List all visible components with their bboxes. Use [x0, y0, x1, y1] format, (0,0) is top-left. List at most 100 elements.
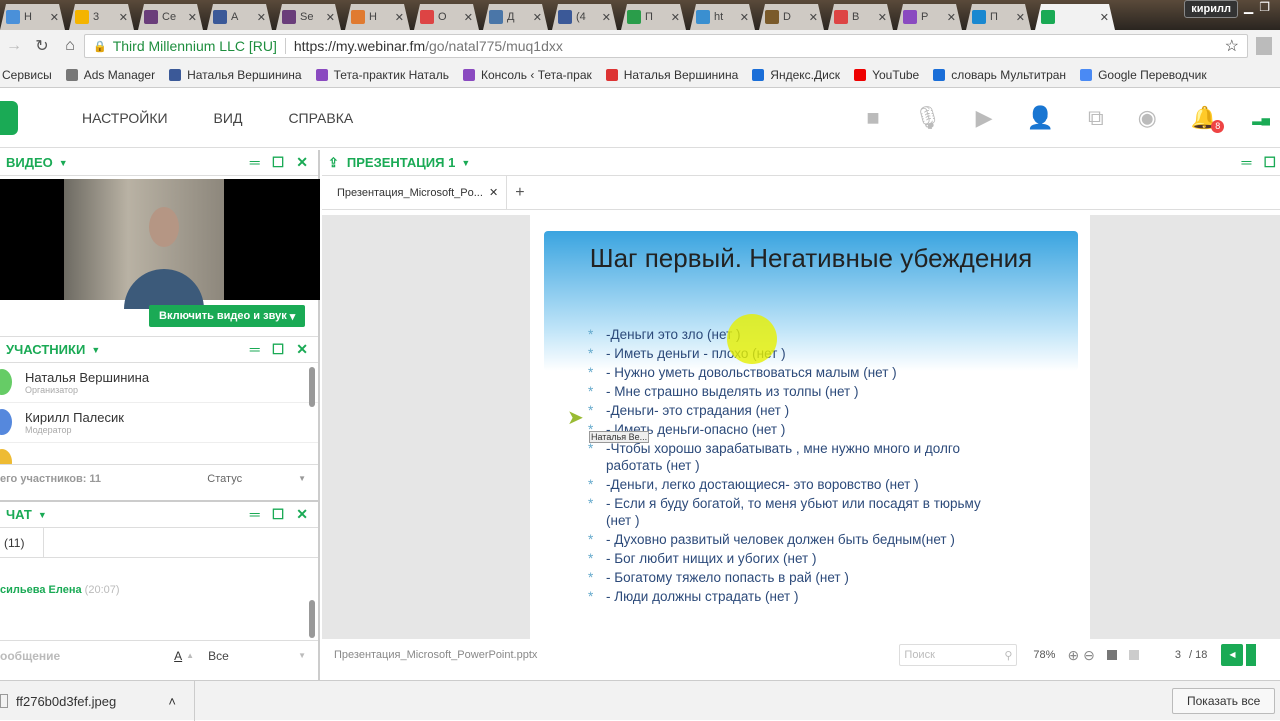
chevron-down-icon[interactable]: ▼ — [91, 345, 100, 355]
close-tab-icon[interactable]: ✕ — [947, 11, 956, 24]
browser-tab[interactable]: 3 ✕ — [69, 4, 134, 30]
browser-tab[interactable]: Се ✕ — [138, 4, 203, 30]
close-tab-icon[interactable]: ✕ — [602, 11, 611, 24]
browser-tab[interactable]: ✕ — [1035, 4, 1115, 30]
browser-tab[interactable]: Н ✕ — [0, 4, 65, 30]
chevron-down-icon[interactable]: ▼ — [461, 158, 470, 168]
current-page[interactable]: 3 — [1175, 649, 1181, 661]
scrollbar[interactable] — [309, 367, 315, 407]
bookmark-item[interactable]: Ads Manager — [65, 68, 155, 82]
browser-tab[interactable]: Se ✕ — [276, 4, 341, 30]
browser-tab[interactable]: (4 ✕ — [552, 4, 617, 30]
minimize-icon[interactable]: ═ — [250, 341, 260, 358]
close-tab-icon[interactable]: ✕ — [119, 11, 128, 24]
close-tab-icon[interactable]: ✕ — [395, 11, 404, 24]
maximize-icon[interactable]: ☐ — [272, 341, 285, 358]
forward-icon[interactable]: → — [0, 37, 28, 55]
chevron-down-icon[interactable]: ▼ — [38, 510, 47, 520]
extension-icon[interactable] — [1256, 37, 1272, 55]
bookmark-item[interactable]: Яндекс.Диск — [752, 68, 840, 82]
close-tab-icon[interactable]: ✕ — [533, 11, 542, 24]
font-format-icon[interactable]: A — [174, 649, 182, 663]
fit-width-icon[interactable] — [1128, 650, 1139, 660]
close-tab-icon[interactable]: ✕ — [878, 11, 887, 24]
prev-slide-button[interactable]: ◀ — [1221, 644, 1244, 666]
menu-help[interactable]: СПРАВКА — [288, 110, 353, 126]
close-tab-icon[interactable]: ✕ — [257, 11, 266, 24]
menu-settings[interactable]: НАСТРОЙКИ — [82, 110, 168, 126]
status-filter[interactable]: Статус — [207, 473, 242, 485]
close-icon[interactable]: ✕ — [296, 154, 308, 171]
bookmark-item[interactable]: Google Переводчик — [1080, 68, 1207, 82]
browser-tab[interactable]: А ✕ — [207, 4, 272, 30]
bookmark-item[interactable]: YouTube — [854, 68, 919, 82]
browser-tab[interactable]: Н ✕ — [345, 4, 410, 30]
bookmark-item[interactable]: Наталья Вершинина — [169, 68, 302, 82]
show-all-button[interactable]: Показать все — [1172, 688, 1276, 714]
download-item[interactable]: ff276b0d3fef.jpeg ˄ — [0, 681, 195, 721]
close-icon[interactable]: ✕ — [296, 506, 308, 523]
maximize-icon[interactable]: ☐ — [272, 506, 285, 523]
restore-button[interactable]: ❐ — [1259, 0, 1270, 18]
browser-tab[interactable]: П ✕ — [621, 4, 686, 30]
close-tab-icon[interactable]: ✕ — [809, 11, 818, 24]
scrollbar[interactable] — [309, 600, 315, 638]
maximize-icon[interactable]: ☐ — [1263, 154, 1276, 171]
home-icon[interactable]: ⌂ — [56, 37, 84, 55]
close-tab-icon[interactable]: ✕ — [464, 11, 473, 24]
slide-search-input[interactable]: Поиск ⚲ — [899, 644, 1018, 666]
close-tab-icon[interactable]: ✕ — [1016, 11, 1025, 24]
document-tab[interactable]: Презентация_Microsoft_Po... ✕ — [322, 175, 508, 210]
close-tab-icon[interactable]: ✕ — [740, 11, 749, 24]
maximize-icon[interactable]: ☐ — [272, 154, 285, 171]
recipient-select[interactable]: Все — [208, 649, 298, 663]
next-slide-button[interactable] — [1246, 644, 1257, 666]
bell-icon[interactable]: 🔔 8 — [1191, 105, 1225, 133]
bookmark-star-icon[interactable]: ☆ — [1225, 36, 1239, 56]
zoom-in-icon[interactable]: ⊕ — [1067, 647, 1079, 664]
bookmark-item[interactable]: Тета-практик Наталь — [315, 68, 449, 82]
play-media-icon[interactable]: ▶ — [976, 105, 993, 131]
browser-tab[interactable]: В ✕ — [828, 4, 893, 30]
participant-item[interactable]: Наталья Вершинина Организатор — [0, 363, 318, 403]
close-tab-icon[interactable]: ✕ — [326, 11, 335, 24]
chevron-down-icon[interactable]: ▼ — [59, 158, 68, 168]
minimize-icon[interactable]: ═ — [250, 154, 260, 171]
profile-button[interactable]: кирилл — [1184, 0, 1238, 18]
enable-video-button[interactable]: Включить видео и звук ▾ — [149, 305, 306, 327]
browser-tab[interactable]: О ✕ — [414, 4, 479, 30]
bookmark-item[interactable]: Консоль ‹ Тета-прак — [462, 68, 592, 82]
browser-tab[interactable]: П ✕ — [966, 4, 1031, 30]
zoom-out-icon[interactable]: ⊖ — [1083, 647, 1095, 664]
upload-icon[interactable]: ⇪ — [328, 155, 339, 171]
chat-message-input[interactable]: ообщение — [0, 649, 60, 663]
bookmark-item[interactable]: словарь Мультитран — [933, 68, 1066, 82]
minimize-icon[interactable]: ═ — [250, 506, 260, 523]
chat-tab-all[interactable]: (11) — [0, 528, 44, 557]
microphone-icon[interactable]: 🎙 — [914, 105, 942, 131]
browser-tab[interactable]: Р ✕ — [897, 4, 962, 30]
menu-view[interactable]: ВИД — [214, 110, 243, 126]
participant-item[interactable]: Кирилл Палесик Модератор — [0, 403, 318, 443]
close-tab-icon[interactable]: ✕ — [671, 11, 680, 24]
close-tab-icon[interactable]: ✕ — [50, 11, 59, 24]
camera-icon[interactable]: ■ — [866, 105, 879, 131]
url-input[interactable]: 🔒 Third Millennium LLC [RU] https://my.w… — [84, 34, 1248, 58]
close-icon[interactable]: ✕ — [296, 341, 308, 358]
browser-tab[interactable]: Д ✕ — [483, 4, 548, 30]
bookmark-item[interactable]: Сервисы — [2, 68, 52, 82]
minimize-icon[interactable]: ═ — [1242, 154, 1252, 171]
browser-tab[interactable]: ht ✕ — [690, 4, 755, 30]
add-user-icon[interactable]: 👤 — [1027, 105, 1054, 131]
record-icon[interactable]: ◉ — [1138, 105, 1157, 131]
reload-icon[interactable]: ↻ — [28, 36, 56, 56]
close-tab-icon[interactable]: ✕ — [188, 11, 197, 24]
add-tab-icon[interactable]: + — [507, 184, 532, 202]
bookmarks-bar: Сервисы Ads Manager Наталья Вершинина Тета-… — [0, 62, 1280, 88]
bookmark-item[interactable]: Наталья Вершинина — [605, 68, 738, 82]
close-tab-icon[interactable]: ✕ — [1100, 11, 1109, 24]
fit-height-icon[interactable] — [1106, 650, 1117, 660]
windows-icon[interactable]: ⧉ — [1088, 105, 1104, 131]
minimize-button[interactable]: ▁ — [1244, 0, 1253, 18]
browser-tab[interactable]: D ✕ — [759, 4, 824, 30]
